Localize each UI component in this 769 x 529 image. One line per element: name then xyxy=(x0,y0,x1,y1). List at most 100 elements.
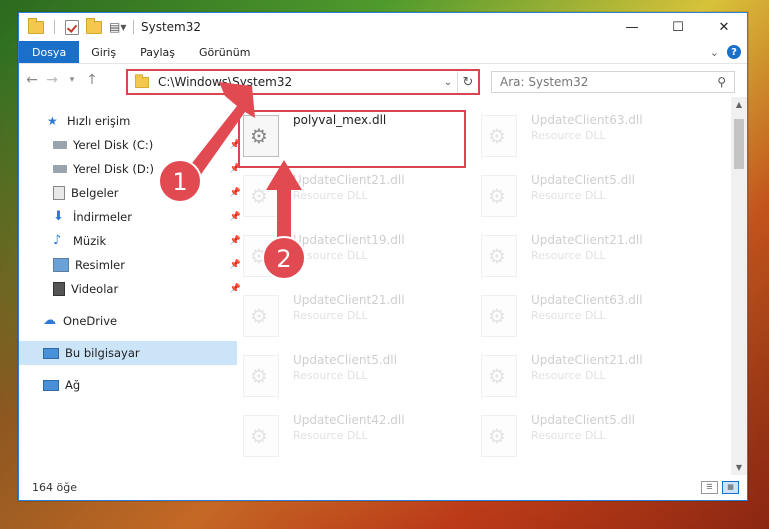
nav-item-onedrive[interactable]: ☁ OneDrive xyxy=(19,309,237,333)
file-item[interactable]: UpdateClient63.dll Resource DLL xyxy=(481,111,701,159)
dll-file-icon xyxy=(243,175,279,217)
folder-icon xyxy=(135,73,149,88)
nav-item-music[interactable]: ♪ Müzik 📌 xyxy=(19,229,247,253)
maximize-button[interactable]: ☐ xyxy=(655,13,701,41)
dll-file-icon xyxy=(481,295,517,337)
nav-item-label: Belgeler xyxy=(71,186,119,200)
dll-file-icon xyxy=(481,415,517,457)
cloud-icon: ☁ xyxy=(43,313,56,328)
file-item[interactable]: UpdateClient5.dll Resource DLL xyxy=(243,351,463,399)
computer-icon xyxy=(43,347,59,359)
folder-icon[interactable] xyxy=(28,17,44,34)
file-type: Resource DLL xyxy=(531,129,606,142)
dll-file-icon xyxy=(481,175,517,217)
nav-item-label: Ağ xyxy=(65,378,81,392)
nav-item-quick-access[interactable]: ★ Hızlı erişim xyxy=(19,109,241,133)
nav-item-downloads[interactable]: ⬇ İndirmeler 📌 xyxy=(19,205,247,229)
file-type: Resource DLL xyxy=(531,369,606,382)
file-item[interactable]: UpdateClient5.dll Resource DLL xyxy=(481,171,701,219)
dll-file-icon xyxy=(243,415,279,457)
separator xyxy=(54,20,55,34)
file-item[interactable]: UpdateClient21.dll Resource DLL xyxy=(243,171,463,219)
large-icons-view-icon[interactable]: ▦ xyxy=(722,481,739,494)
expand-ribbon-icon[interactable]: ⌄ xyxy=(710,46,719,59)
tab-home[interactable]: Giriş xyxy=(79,41,128,63)
scroll-up-icon[interactable]: ▲ xyxy=(731,100,747,109)
dll-file-icon xyxy=(243,295,279,337)
file-type: Resource DLL xyxy=(531,309,606,322)
file-highlight-box xyxy=(238,110,466,168)
nav-item-label: Yerel Disk (C:) xyxy=(73,138,154,152)
help-icon[interactable]: ? xyxy=(727,45,741,59)
file-item[interactable]: UpdateClient21.dll Resource DLL xyxy=(243,291,463,339)
nav-item-label: Müzik xyxy=(73,234,107,248)
new-folder-icon[interactable] xyxy=(86,17,102,34)
forward-arrow-icon[interactable]: → xyxy=(45,72,59,88)
file-item[interactable]: UpdateClient21.dll Resource DLL xyxy=(481,351,701,399)
file-name: UpdateClient21.dll xyxy=(531,353,643,367)
file-name: UpdateClient5.dll xyxy=(531,173,635,187)
address-path[interactable]: C:\Windows\System32 xyxy=(158,75,292,89)
nav-item-disk-d[interactable]: Yerel Disk (D:) 📌 xyxy=(19,157,247,181)
file-item[interactable]: UpdateClient5.dll Resource DLL xyxy=(481,411,701,459)
file-name: UpdateClient21.dll xyxy=(293,293,405,307)
file-type: Resource DLL xyxy=(531,189,606,202)
tab-file[interactable]: Dosya xyxy=(19,41,80,63)
scroll-down-icon[interactable]: ▼ xyxy=(731,463,747,472)
file-item[interactable]: UpdateClient63.dll Resource DLL xyxy=(481,291,701,339)
dll-file-icon xyxy=(481,115,517,157)
file-name: UpdateClient21.dll xyxy=(531,233,643,247)
nav-item-network[interactable]: Ağ xyxy=(19,373,237,397)
nav-item-disk-c[interactable]: Yerel Disk (C:) 📌 xyxy=(19,133,247,157)
file-item[interactable]: UpdateClient42.dll Resource DLL xyxy=(243,411,463,459)
dll-file-icon xyxy=(243,355,279,397)
drive-icon xyxy=(53,141,67,149)
file-name: UpdateClient5.dll xyxy=(531,413,635,427)
star-icon: ★ xyxy=(47,114,58,128)
details-view-icon[interactable]: ☰ xyxy=(701,481,718,494)
search-box[interactable]: Ara: System32 ⚲ xyxy=(491,71,735,93)
nav-item-label: Videolar xyxy=(71,282,119,296)
download-icon: ⬇ xyxy=(53,209,64,224)
file-name: UpdateClient42.dll xyxy=(293,413,405,427)
tab-share[interactable]: Paylaş xyxy=(128,41,187,63)
minimize-button[interactable]: — xyxy=(609,13,655,41)
nav-item-documents[interactable]: Belgeler 📌 xyxy=(19,181,247,205)
file-item[interactable]: UpdateClient19.dll Resource DLL xyxy=(243,231,463,279)
nav-item-label: Yerel Disk (D:) xyxy=(73,162,155,176)
address-dropdown-icon[interactable]: ⌄ xyxy=(439,77,457,88)
file-type: Resource DLL xyxy=(531,429,606,442)
item-count: 164 öğe xyxy=(32,481,77,494)
file-item[interactable]: UpdateClient21.dll Resource DLL xyxy=(481,231,701,279)
music-icon: ♪ xyxy=(53,233,62,248)
properties-check-icon[interactable] xyxy=(65,19,79,35)
customize-toolbar-icon[interactable]: ▤▾ xyxy=(109,20,126,34)
tab-view[interactable]: Görünüm xyxy=(187,41,262,63)
nav-item-videos[interactable]: Videolar 📌 xyxy=(19,277,247,301)
nav-item-label: İndirmeler xyxy=(73,210,132,224)
refresh-icon[interactable]: ↻ xyxy=(457,71,478,93)
dll-file-icon xyxy=(481,355,517,397)
file-type: Resource DLL xyxy=(293,309,368,322)
quick-access-toolbar: ▤▾ xyxy=(19,17,137,35)
navigation-pane: ★ Hızlı erişim Yerel Disk (C:) 📌 Yerel D… xyxy=(19,97,241,475)
file-type: Resource DLL xyxy=(293,189,368,202)
nav-item-pictures[interactable]: Resimler 📌 xyxy=(19,253,247,277)
address-bar[interactable]: C:\Windows\System32 ⌄ ↻ xyxy=(126,69,480,95)
file-name: UpdateClient63.dll xyxy=(531,293,643,307)
recent-locations-icon[interactable]: ▾ xyxy=(65,75,79,85)
up-arrow-icon[interactable]: ↑ xyxy=(85,72,99,88)
file-type: Resource DLL xyxy=(293,369,368,382)
search-placeholder: Ara: System32 xyxy=(500,75,589,89)
search-icon[interactable]: ⚲ xyxy=(717,75,726,89)
back-arrow-icon[interactable]: ← xyxy=(25,72,39,88)
close-button[interactable]: ✕ xyxy=(701,13,747,41)
title-bar: ▤▾ System32 — ☐ ✕ xyxy=(19,13,747,41)
file-name: UpdateClient63.dll xyxy=(531,113,643,127)
scroll-thumb[interactable] xyxy=(734,119,744,169)
nav-item-this-pc[interactable]: Bu bilgisayar xyxy=(19,341,237,365)
explorer-window: ▤▾ System32 — ☐ ✕ Dosya Giriş Paylaş Gör… xyxy=(18,12,748,501)
vertical-scrollbar[interactable]: ▲ ▼ xyxy=(731,97,747,475)
ribbon-tabs: Dosya Giriş Paylaş Görünüm ⌄ ? xyxy=(19,41,747,64)
file-name: UpdateClient21.dll xyxy=(293,173,405,187)
